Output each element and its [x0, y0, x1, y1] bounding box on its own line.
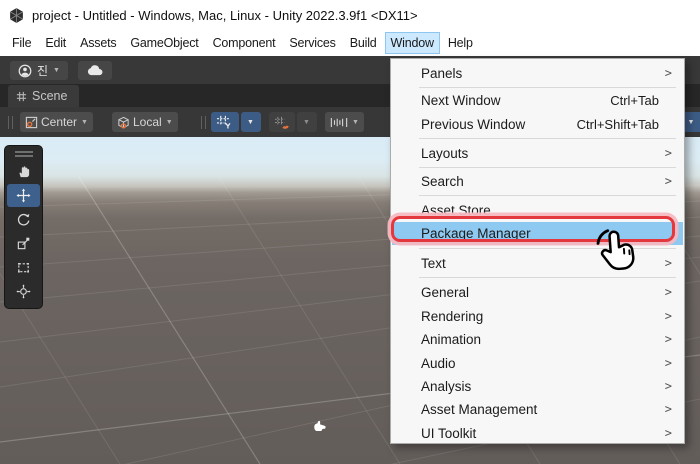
snap-button[interactable] [269, 112, 295, 132]
scale-tool[interactable] [7, 232, 40, 255]
menu-bar: File Edit Assets GameObject Component Se… [0, 30, 700, 56]
submenu-arrow-icon: > [665, 402, 672, 416]
pivot-mode-label: Center [41, 115, 77, 129]
menu-item-analysis[interactable]: Analysis > [392, 375, 683, 398]
menu-item-panels[interactable]: Panels > [392, 62, 683, 85]
rect-tool[interactable] [7, 256, 40, 279]
chevron-down-icon: ▼ [81, 119, 88, 126]
menu-build[interactable]: Build [344, 32, 383, 54]
menu-item-general[interactable]: General > [392, 281, 683, 304]
rotate-icon [16, 212, 31, 227]
window-dropdown-menu: Panels > Next Window Ctrl+Tab Previous W… [390, 58, 685, 444]
submenu-arrow-icon: > [665, 426, 672, 440]
tab-scene-label: Scene [32, 89, 67, 103]
ruler-icon [330, 117, 348, 128]
unity-logo-icon [8, 7, 25, 24]
hand-icon [16, 164, 31, 179]
account-label: 진 [37, 62, 48, 79]
move-arrows-icon [16, 188, 31, 203]
grid-icon [16, 91, 27, 102]
title-bar: project - Untitled - Windows, Mac, Linux… [0, 0, 700, 30]
pivot-mode-button[interactable]: Center ▼ [20, 112, 93, 132]
shortcut-label: Ctrl+Tab [610, 93, 659, 108]
menu-item-animation[interactable]: Animation > [392, 328, 683, 351]
menu-help[interactable]: Help [442, 32, 479, 54]
grid-visibility-button[interactable] [211, 112, 239, 132]
toolbar-grip-handle[interactable] [201, 116, 206, 129]
shortcut-label: Ctrl+Shift+Tab [577, 117, 659, 132]
scene-cursor-icon [312, 419, 328, 433]
transform-icon [16, 284, 31, 299]
chevron-down-icon: ▼ [688, 119, 695, 126]
submenu-arrow-icon: > [665, 66, 672, 80]
grid-visibility-dropdown[interactable]: ▼ [241, 112, 261, 132]
pivot-icon [25, 116, 38, 129]
menu-item-audio[interactable]: Audio > [392, 352, 683, 375]
menu-gameobject[interactable]: GameObject [124, 32, 204, 54]
menu-item-search[interactable]: Search > [392, 170, 683, 193]
chevron-down-icon: ▼ [53, 67, 60, 74]
scale-icon [16, 236, 31, 251]
click-hand-icon [587, 224, 638, 277]
account-icon [18, 64, 32, 78]
cloud-button[interactable] [78, 61, 112, 80]
chevron-down-icon: ▼ [352, 119, 359, 126]
submenu-arrow-icon: > [665, 379, 672, 393]
tool-palette [4, 145, 43, 309]
window-title: project - Untitled - Windows, Mac, Linux… [32, 8, 418, 23]
magnet-icon [274, 116, 289, 129]
palette-drag-handle[interactable] [15, 151, 33, 157]
cloud-icon [87, 65, 104, 76]
menu-item-layouts[interactable]: Layouts > [392, 142, 683, 165]
menu-services[interactable]: Services [283, 32, 341, 54]
menu-assets[interactable]: Assets [74, 32, 122, 54]
menu-item-text[interactable]: Text > [392, 252, 683, 275]
orientation-button[interactable]: Local ▼ [112, 112, 178, 132]
tab-scene[interactable]: Scene [8, 85, 79, 107]
rect-icon [16, 260, 31, 275]
submenu-arrow-icon: > [665, 285, 672, 299]
submenu-arrow-icon: > [665, 174, 672, 188]
submenu-arrow-icon: > [665, 146, 672, 160]
menu-separator [419, 248, 676, 249]
rotate-tool[interactable] [7, 208, 40, 231]
account-button[interactable]: 진 ▼ [10, 61, 68, 80]
menu-item-rendering[interactable]: Rendering > [392, 305, 683, 328]
view-hand-tool[interactable] [7, 160, 40, 183]
menu-item-next-window[interactable]: Next Window Ctrl+Tab [392, 89, 683, 112]
cube-icon [117, 116, 130, 129]
submenu-arrow-icon: > [665, 356, 672, 370]
menu-separator [419, 195, 676, 196]
unity-editor-window: project - Untitled - Windows, Mac, Linux… [0, 0, 700, 464]
submenu-arrow-icon: > [665, 332, 672, 346]
chevron-down-icon: ▼ [247, 119, 254, 126]
grid-y-icon [216, 115, 232, 129]
move-tool[interactable] [7, 184, 40, 207]
menu-file[interactable]: File [6, 32, 37, 54]
snap-dropdown[interactable]: ▼ [297, 112, 317, 132]
menu-separator [419, 138, 676, 139]
menu-window[interactable]: Window [385, 32, 440, 54]
toolbar-grip-handle[interactable] [8, 116, 13, 129]
menu-item-ui-toolkit[interactable]: UI Toolkit > [392, 422, 683, 445]
menu-separator [419, 167, 676, 168]
menu-edit[interactable]: Edit [39, 32, 72, 54]
menu-item-previous-window[interactable]: Previous Window Ctrl+Shift+Tab [392, 113, 683, 136]
submenu-arrow-icon: > [665, 309, 672, 323]
chevron-down-icon: ▼ [303, 119, 310, 126]
menu-component[interactable]: Component [207, 32, 282, 54]
chevron-down-icon: ▼ [166, 119, 173, 126]
menu-separator [419, 277, 676, 278]
orientation-label: Local [133, 115, 162, 129]
snap-increment-button[interactable]: ▼ [325, 112, 364, 132]
menu-item-asset-management[interactable]: Asset Management > [392, 398, 683, 421]
submenu-arrow-icon: > [665, 256, 672, 270]
transform-tool[interactable] [7, 280, 40, 303]
